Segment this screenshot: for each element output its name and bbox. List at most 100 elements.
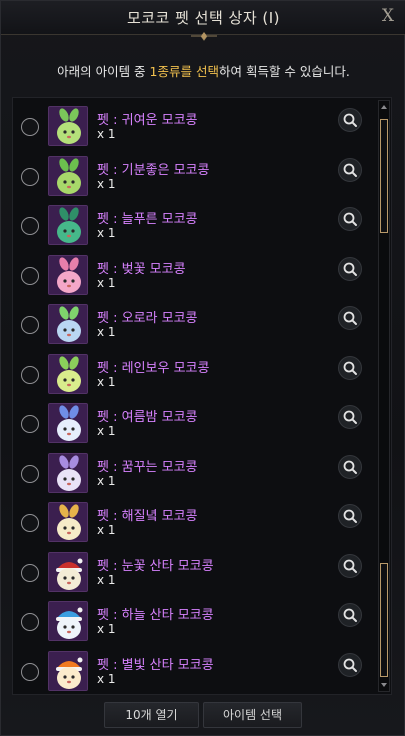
item-name: 펫 : 하늘 산타 모코콩	[97, 608, 214, 623]
item-quantity: x 1	[97, 176, 116, 191]
magnifier-icon[interactable]	[338, 355, 362, 380]
radio-button[interactable]	[21, 613, 39, 631]
magnifier-icon[interactable]	[338, 405, 362, 429]
pet-thumbnail	[48, 155, 88, 196]
radio-button[interactable]	[21, 662, 39, 681]
list-item[interactable]: 펫 : 귀여운 모코콩 x 1	[13, 101, 375, 150]
scroll-thumb-lower[interactable]	[380, 563, 388, 677]
pet-thumbnail	[48, 304, 88, 344]
magnifier-icon[interactable]	[338, 553, 362, 578]
close-icon[interactable]: X	[382, 6, 394, 26]
list-item[interactable]: 펫 : 눈꽃 산타 모코콩 x 1	[13, 547, 375, 596]
radio-button[interactable]	[21, 316, 39, 334]
instruction-highlight: 1종류를 선택	[149, 64, 219, 79]
item-name: 펫 : 해질녘 모코콩	[97, 509, 198, 524]
list-item[interactable]: 펫 : 레인보우 모코콩 x 1	[13, 349, 375, 398]
pet-thumbnail	[48, 254, 88, 295]
magnifier-icon[interactable]	[338, 256, 362, 281]
magnifier-icon[interactable]	[338, 603, 362, 627]
instruction-text: 아래의 아이템 중 1종류를 선택하여 획득할 수 있습니다.	[1, 61, 405, 80]
radio-button[interactable]	[21, 167, 39, 186]
window-title: 모코코 펫 선택 상자 (I)	[126, 9, 281, 27]
item-quantity: x 1	[97, 275, 116, 290]
instruction-before: 아래의 아이템 중	[57, 64, 150, 79]
magnifier-icon[interactable]	[338, 454, 362, 479]
pet-thumbnail	[48, 502, 88, 542]
radio-button[interactable]	[21, 118, 39, 136]
item-name: 펫 : 늘푸른 모코콩	[97, 212, 198, 227]
mokoko-pet-icon	[49, 602, 87, 640]
item-quantity: x 1	[97, 374, 116, 389]
list-item[interactable]: 펫 : 해질녘 모코콩 x 1	[13, 497, 375, 546]
magnifier-icon[interactable]	[338, 652, 362, 677]
pet-thumbnail	[48, 650, 88, 691]
mokoko-pet-icon	[49, 206, 87, 244]
radio-button[interactable]	[21, 217, 39, 235]
magnifier-icon[interactable]	[338, 157, 362, 182]
pet-thumbnail	[48, 452, 88, 493]
title-bar[interactable]: 모코코 펫 선택 상자 (I) X	[1, 1, 405, 41]
item-quantity: x 1	[97, 424, 116, 438]
select-item-button[interactable]: 아이템 선택	[203, 702, 302, 728]
item-name: 펫 : 레인보우 모코콩	[97, 360, 210, 376]
list-item[interactable]: 펫 : 꿈꾸는 모코콩 x 1	[13, 448, 375, 497]
item-quantity: x 1	[97, 622, 116, 636]
pet-thumbnail	[48, 551, 88, 592]
radio-button[interactable]	[21, 266, 39, 285]
pet-thumbnail	[48, 106, 88, 146]
magnifier-icon[interactable]	[338, 207, 362, 231]
scroll-thumb[interactable]	[380, 119, 388, 233]
magnifier-icon[interactable]	[338, 108, 362, 132]
pet-thumbnail	[48, 353, 88, 394]
item-quantity: x 1	[97, 671, 116, 686]
mokoko-pet-icon	[49, 107, 87, 145]
item-name: 펫 : 벚꽃 모코콩	[97, 261, 186, 277]
item-name: 펫 : 여름밤 모코콩	[97, 410, 198, 425]
scroll-up-icon[interactable]	[379, 102, 389, 112]
scroll-down-icon[interactable]	[379, 680, 389, 690]
list-item[interactable]: 펫 : 별빛 산타 모코콩 x 1	[13, 646, 375, 695]
pet-thumbnail	[48, 205, 88, 245]
radio-button[interactable]	[21, 563, 39, 582]
list-item[interactable]: 펫 : 여름밤 모코콩 x 1	[13, 398, 375, 447]
item-name: 펫 : 귀여운 모코콩	[97, 113, 198, 128]
item-quantity: x 1	[97, 226, 116, 240]
instruction-after: 하여 획득할 수 있습니다.	[218, 64, 350, 79]
mokoko-pet-icon	[49, 651, 87, 690]
magnifier-icon[interactable]	[338, 504, 362, 528]
item-name: 펫 : 별빛 산타 모코콩	[97, 657, 214, 673]
list-item[interactable]: 펫 : 늘푸른 모코콩 x 1	[13, 200, 375, 249]
mokoko-pet-icon	[49, 404, 87, 442]
item-name: 펫 : 꿈꾸는 모코콩	[97, 459, 198, 475]
pet-thumbnail	[48, 403, 88, 443]
item-quantity: x 1	[97, 473, 116, 488]
list-item[interactable]: 펫 : 벚꽃 모코콩 x 1	[13, 250, 375, 299]
pet-selection-window: 모코코 펫 선택 상자 (I) X 아래의 아이템 중 1종류를 선택하여 획득…	[0, 0, 405, 736]
item-list[interactable]: 펫 : 귀여운 모코콩 x 1 펫 : 기분좋은 모코콩 x 1 펫: 늘푸른…	[12, 97, 392, 695]
mokoko-pet-icon	[49, 552, 87, 591]
item-quantity: x 1	[97, 572, 116, 587]
mokoko-pet-icon	[49, 156, 87, 195]
radio-button[interactable]	[21, 514, 39, 532]
item-quantity: x 1	[97, 523, 116, 537]
list-item[interactable]: 펫 : 기분좋은 모코콩 x 1	[13, 151, 375, 200]
list-item[interactable]: 펫 : 오로라 모코콩 x 1	[13, 299, 375, 348]
radio-button[interactable]	[21, 415, 39, 433]
item-name: 펫 : 오로라 모코콩	[97, 311, 198, 326]
pet-thumbnail	[48, 601, 88, 641]
radio-button[interactable]	[21, 365, 39, 384]
item-quantity: x 1	[97, 325, 116, 339]
mokoko-pet-icon	[49, 503, 87, 541]
mokoko-pet-icon	[49, 305, 87, 343]
list-scrollbar[interactable]	[378, 100, 390, 692]
mokoko-pet-icon	[49, 354, 87, 393]
list-item[interactable]: 펫 : 하늘 산타 모코콩 x 1	[13, 596, 375, 645]
mokoko-pet-icon	[49, 255, 87, 294]
radio-button[interactable]	[21, 464, 39, 483]
item-name: 펫 : 눈꽃 산타 모코콩	[97, 558, 214, 574]
mokoko-pet-icon	[49, 453, 87, 492]
item-name: 펫 : 기분좋은 모코콩	[97, 162, 210, 178]
open-ten-button[interactable]: 10개 열기	[104, 702, 199, 728]
title-ornament-icon	[191, 32, 217, 41]
magnifier-icon[interactable]	[338, 306, 362, 330]
